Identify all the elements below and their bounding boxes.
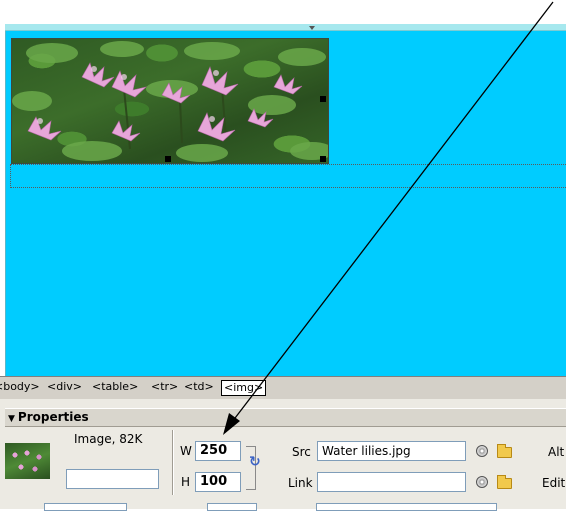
resize-handle-right[interactable] — [320, 96, 326, 102]
width-field[interactable]: 250 — [195, 441, 241, 461]
table-cell-border — [10, 164, 11, 188]
tag-selector-bar: <body> <div> <table> <tr> <td> <img> — [0, 376, 566, 400]
point-to-file-icon[interactable] — [476, 445, 488, 457]
table-cell-border — [10, 187, 566, 188]
tag-td[interactable]: <td> — [184, 380, 214, 394]
water-lilies-picture — [12, 41, 328, 162]
tag-table[interactable]: <table> — [92, 380, 138, 394]
resize-handle-corner[interactable] — [320, 156, 326, 162]
vspace-field[interactable] — [44, 503, 127, 511]
height-label: H — [181, 475, 191, 489]
table-cell-border — [10, 164, 566, 165]
tag-div[interactable]: <div> — [47, 380, 82, 394]
src-label: Src — [292, 445, 311, 459]
panel-divider — [172, 430, 173, 495]
tag-img-selected[interactable]: <img> — [221, 380, 267, 396]
point-to-file-icon[interactable] — [476, 476, 488, 488]
properties-header[interactable] — [5, 408, 566, 427]
design-canvas[interactable] — [0, 0, 566, 376]
water-lilies-image[interactable] — [11, 38, 329, 164]
src-field[interactable]: Water lilies.jpg — [317, 441, 466, 461]
target-field[interactable] — [207, 503, 257, 511]
reset-size-icon[interactable]: ↻ — [249, 455, 261, 469]
guide-arrow-icon — [309, 26, 315, 30]
properties-title[interactable]: ▼ Properties — [8, 409, 89, 427]
image-thumbnail — [5, 443, 50, 479]
folder-icon[interactable] — [497, 475, 512, 489]
triangle-down-icon: ▼ — [8, 414, 15, 424]
low-src-field[interactable] — [316, 503, 497, 511]
resize-handle-bottom[interactable] — [165, 156, 171, 162]
edit-label: Edit — [542, 476, 566, 490]
height-field[interactable]: 100 — [195, 472, 241, 492]
link-label: Link — [288, 476, 313, 490]
left-edge — [5, 31, 6, 376]
tag-tr[interactable]: <tr> — [151, 380, 178, 394]
table-width-guide — [5, 24, 566, 31]
properties-title-label: Properties — [17, 410, 89, 424]
width-label: W — [180, 444, 192, 458]
image-type-size: Image, 82K — [74, 432, 143, 446]
tag-body[interactable]: <body> — [0, 380, 40, 394]
folder-icon[interactable] — [497, 444, 512, 458]
image-name-field[interactable] — [66, 469, 159, 489]
alt-label: Alt — [548, 445, 565, 459]
link-field[interactable] — [317, 472, 466, 492]
